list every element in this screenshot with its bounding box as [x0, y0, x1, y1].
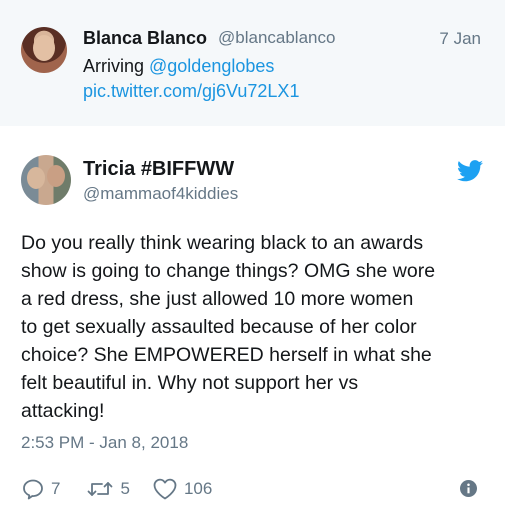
mention-link[interactable]: @goldenglobes: [149, 56, 274, 76]
tweet-actions: 7 5 106: [21, 476, 212, 502]
author-handle[interactable]: @mammaof4kiddies: [83, 184, 238, 204]
quoted-date[interactable]: 7 Jan: [439, 29, 481, 49]
twitter-bird-icon[interactable]: [457, 160, 483, 182]
media-link[interactable]: pic.twitter.com/gj6Vu72LX1: [83, 79, 299, 104]
reply-button[interactable]: 7: [21, 477, 60, 501]
tweet-timestamp[interactable]: 2:53 PM - Jan 8, 2018: [21, 433, 188, 453]
retweet-button[interactable]: 5: [86, 477, 130, 501]
reply-icon: [23, 479, 43, 500]
quoted-text-prefix: Arriving: [83, 56, 150, 76]
quoted-text: Arriving @goldenglobes pic.twitter.com/g…: [83, 54, 299, 104]
like-button[interactable]: 106: [152, 477, 212, 501]
quoted-tweet[interactable]: Blanca Blanco @blancablanco 7 Jan Arrivi…: [0, 0, 505, 126]
reply-count: 7: [51, 479, 61, 498]
retweet-count: 5: [120, 479, 130, 498]
author-name[interactable]: Tricia #BIFFWW: [83, 158, 234, 181]
tweet-text: Do you really think wearing black to an …: [21, 232, 436, 422]
like-count: 106: [183, 479, 213, 498]
info-icon[interactable]: [460, 480, 477, 497]
quoted-author-name[interactable]: Blanca Blanco: [83, 28, 207, 49]
quoted-author-handle[interactable]: @blancablanco: [218, 28, 335, 48]
heart-icon: [153, 478, 177, 500]
avatar[interactable]: [21, 155, 71, 205]
avatar[interactable]: [21, 27, 67, 73]
retweet-icon: [88, 482, 113, 496]
